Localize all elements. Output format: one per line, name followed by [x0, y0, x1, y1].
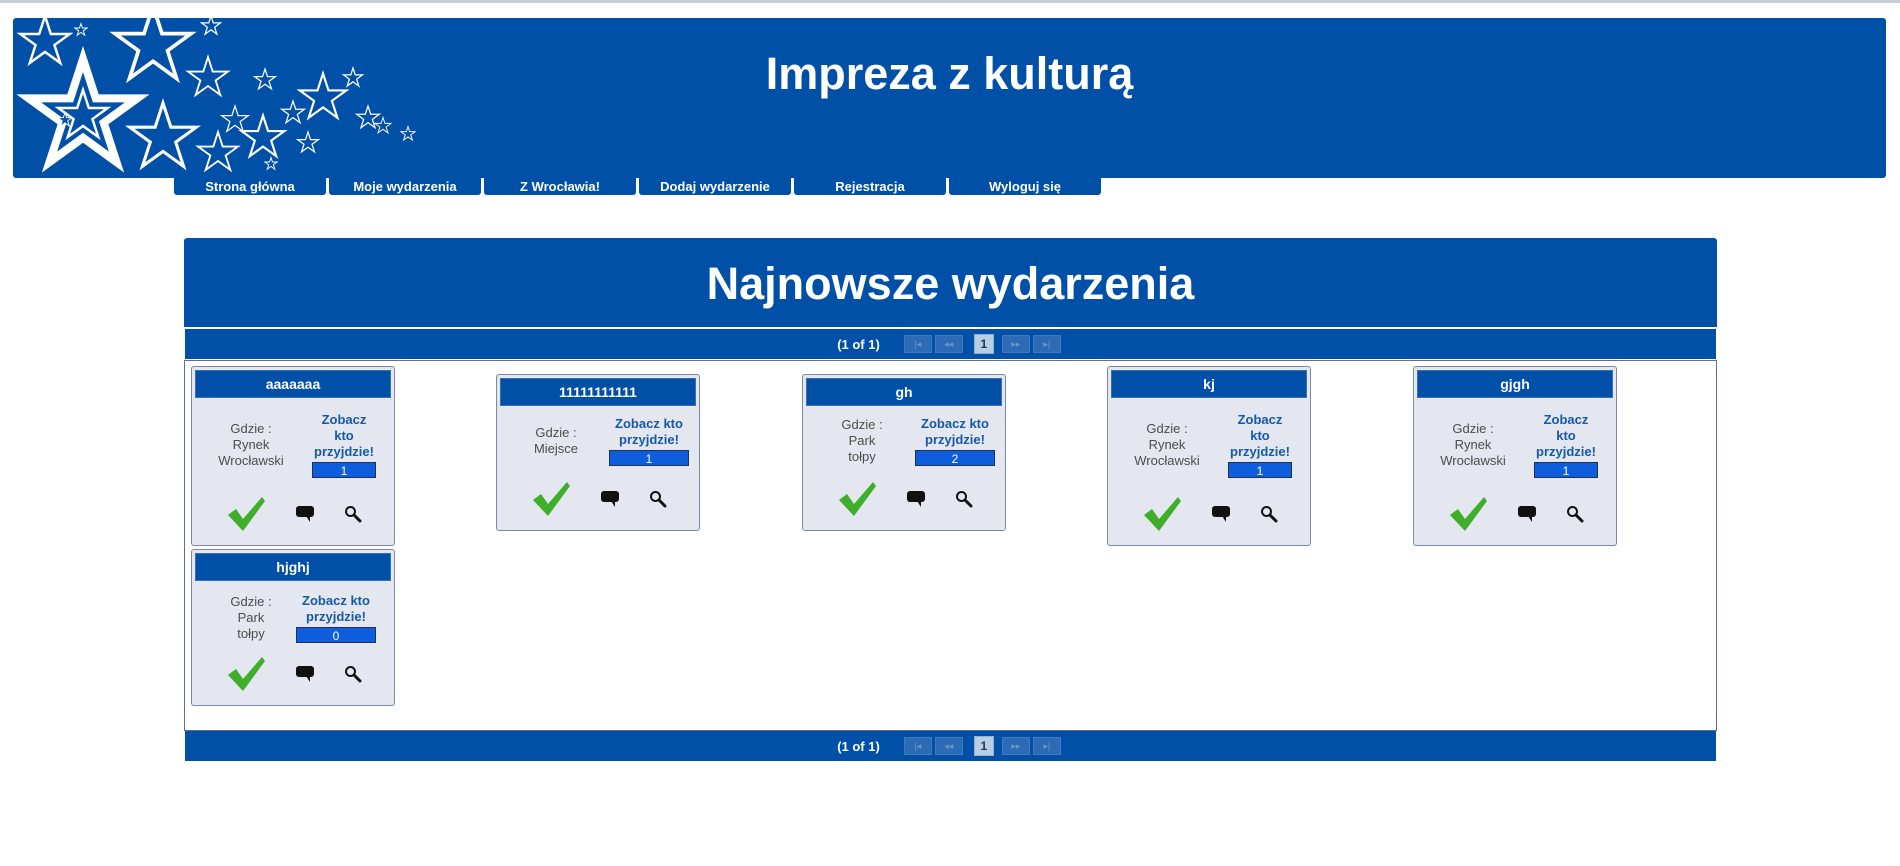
event-title: aaaaaaa [195, 370, 391, 398]
next-page-icon[interactable]: ▸▸ [1001, 737, 1030, 755]
page-status: (1 of 1) [837, 738, 880, 754]
where-label: Gdzie : [230, 594, 272, 609]
attendee-count: 2 [915, 450, 995, 466]
page-number[interactable]: 1 [973, 334, 994, 354]
event-place: Gdzie : Rynek Wrocławski [1118, 403, 1216, 487]
attendee-count: 0 [296, 627, 376, 643]
events-grid: aaaaaaa Gdzie : Rynek Wrocławski Zobacz … [184, 360, 1717, 731]
place-value: Rynek Wrocławski [1440, 437, 1506, 468]
place-value: Rynek Wrocławski [218, 437, 284, 468]
attendee-count: 1 [312, 462, 376, 478]
magnifier-icon[interactable] [344, 505, 362, 523]
events-panel-header: Najnowsze wydarzenia [184, 238, 1717, 327]
prev-page-icon[interactable]: ◂◂ [934, 737, 963, 755]
menu-item-logout[interactable]: Wyloguj się [949, 178, 1101, 195]
magnifier-icon[interactable] [1566, 505, 1584, 523]
where-label: Gdzie : [1146, 421, 1188, 436]
top-border [0, 0, 1900, 3]
attendees-link[interactable]: Zobacz kto przyjdzie! [312, 412, 376, 460]
speech-bubble-icon[interactable] [600, 490, 620, 508]
speech-bubble-icon[interactable] [906, 490, 926, 508]
paginator-top: (1 of 1) |◂ ◂◂ 1 ▸▸ ▸| [185, 329, 1716, 359]
speech-bubble-icon[interactable] [1211, 505, 1231, 523]
attendees-link[interactable]: Zobacz kto przyjdzie! [1534, 412, 1598, 460]
event-place: Gdzie : Park tołpy [202, 586, 300, 650]
attendees-link[interactable]: Zobacz kto przyjdzie! [291, 593, 381, 625]
main-menu: Strona główna Moje wydarzenia Z Wrocławi… [174, 178, 1104, 195]
last-page-icon[interactable]: ▸| [1032, 335, 1061, 353]
event-title: 11111111111 [500, 378, 696, 406]
checkmark-icon[interactable] [1448, 495, 1488, 533]
place-value: Park tołpy [848, 433, 876, 464]
first-page-icon[interactable]: |◂ [903, 335, 932, 353]
speech-bubble-icon[interactable] [295, 665, 315, 683]
attendees-link[interactable]: Zobacz kto przyjdzie! [910, 416, 1000, 448]
where-label: Gdzie : [230, 421, 272, 436]
event-card: gjgh Gdzie : Rynek Wrocławski Zobacz kto… [1413, 366, 1617, 546]
event-place: Gdzie : Miejsce [507, 411, 605, 471]
magnifier-icon[interactable] [649, 490, 667, 508]
where-label: Gdzie : [841, 417, 883, 432]
panel-title: Najnowsze wydarzenia [706, 258, 1195, 309]
menu-item-wroclaw[interactable]: Z Wrocławia! [484, 178, 636, 195]
attendees-link[interactable]: Zobacz kto przyjdzie! [1228, 412, 1292, 460]
attendee-count: 1 [1228, 462, 1292, 478]
event-title: gh [806, 378, 1002, 406]
magnifier-icon[interactable] [344, 665, 362, 683]
attendee-count: 1 [1534, 462, 1598, 478]
menu-item-add-event[interactable]: Dodaj wydarzenie [639, 178, 791, 195]
prev-page-icon[interactable]: ◂◂ [934, 335, 963, 353]
where-label: Gdzie : [535, 425, 577, 440]
checkmark-icon[interactable] [226, 655, 266, 693]
checkmark-icon[interactable] [226, 495, 266, 533]
menu-item-home[interactable]: Strona główna [174, 178, 326, 195]
app-title: Impreza z kulturą [765, 48, 1134, 99]
attendee-count: 1 [609, 450, 689, 466]
place-value: Park tołpy [237, 610, 265, 641]
attendees-link[interactable]: Zobacz kto przyjdzie! [604, 416, 694, 448]
event-card: aaaaaaa Gdzie : Rynek Wrocławski Zobacz … [191, 366, 395, 546]
checkmark-icon[interactable] [1142, 495, 1182, 533]
magnifier-icon[interactable] [955, 490, 973, 508]
menu-item-register[interactable]: Rejestracja [794, 178, 946, 195]
event-place: Gdzie : Rynek Wrocławski [202, 403, 300, 487]
speech-bubble-icon[interactable] [295, 505, 315, 523]
page-status: (1 of 1) [837, 336, 880, 352]
event-title: gjgh [1417, 370, 1613, 398]
checkmark-icon[interactable] [531, 480, 571, 518]
speech-bubble-icon[interactable] [1517, 505, 1537, 523]
last-page-icon[interactable]: ▸| [1032, 737, 1061, 755]
place-value: Miejsce [533, 441, 579, 456]
paginator-bottom: (1 of 1) |◂ ◂◂ 1 ▸▸ ▸| [185, 731, 1716, 761]
menu-item-my-events[interactable]: Moje wydarzenia [329, 178, 481, 195]
checkmark-icon[interactable] [837, 480, 877, 518]
site-header: Impreza z kulturą [13, 18, 1886, 178]
first-page-icon[interactable]: |◂ [903, 737, 932, 755]
event-card: 11111111111 Gdzie : Miejsce Zobacz kto p… [496, 374, 700, 531]
event-title: hjghj [195, 553, 391, 581]
magnifier-icon[interactable] [1260, 505, 1278, 523]
event-place: Gdzie : Park tołpy [813, 411, 911, 471]
event-card: gh Gdzie : Park tołpy Zobacz kto przyjdz… [802, 374, 1006, 531]
event-place: Gdzie : Rynek Wrocławski [1424, 403, 1522, 487]
page-number[interactable]: 1 [973, 736, 994, 756]
place-value: Rynek Wrocławski [1134, 437, 1200, 468]
where-label: Gdzie : [1452, 421, 1494, 436]
event-title: kj [1111, 370, 1307, 398]
event-card: hjghj Gdzie : Park tołpy Zobacz kto przy… [191, 549, 395, 706]
event-card: kj Gdzie : Rynek Wrocławski Zobacz kto p… [1107, 366, 1311, 546]
next-page-icon[interactable]: ▸▸ [1001, 335, 1030, 353]
